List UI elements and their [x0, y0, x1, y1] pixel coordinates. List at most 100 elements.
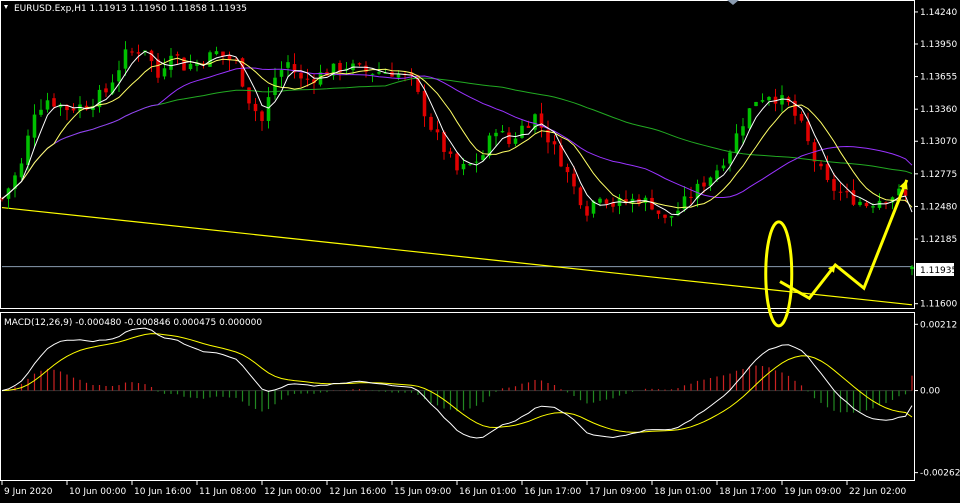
- candle-body: [71, 108, 76, 111]
- candle-body: [175, 54, 180, 56]
- y-tick-label: 1.13950: [920, 40, 957, 50]
- candle-body: [32, 114, 37, 138]
- macd-y-tick-label: -0.002626: [920, 469, 960, 479]
- macd-y-tick-label: 0.00: [920, 387, 940, 397]
- macd-title: MACD(12,26,9) -0.000480 -0.000846 0.0004…: [4, 318, 262, 328]
- candle-body: [702, 182, 706, 187]
- candle-body: [754, 101, 758, 107]
- candle-body: [370, 73, 375, 75]
- y-tick-label: 1.12185: [920, 235, 957, 245]
- candle-body: [578, 187, 583, 206]
- candle-body: [299, 72, 303, 79]
- current-price-label: 1.11935: [920, 266, 957, 276]
- candle-body: [435, 129, 440, 133]
- candle-body: [494, 132, 498, 137]
- candle-body: [286, 62, 290, 68]
- y-tick-label: 1.11600: [920, 300, 957, 310]
- candle-body: [253, 103, 258, 112]
- candle-body: [845, 191, 849, 193]
- candle-body: [156, 59, 160, 78]
- candle-body: [819, 163, 823, 167]
- candle-body: [461, 163, 466, 170]
- x-tick-label: 18 Jun 17:00: [719, 487, 776, 497]
- candle-body: [871, 206, 875, 208]
- candle-body: [39, 109, 43, 115]
- candle-body: [760, 100, 765, 102]
- candle-body: [500, 130, 505, 133]
- candle-body: [123, 49, 128, 69]
- candle-body: [130, 51, 134, 53]
- candle-body: [377, 72, 381, 74]
- x-tick-label: 9 Jun 2020: [4, 487, 53, 497]
- y-tick-label: 1.13070: [920, 137, 957, 147]
- candle-body: [721, 165, 726, 169]
- candle-body: [663, 214, 667, 218]
- x-tick-label: 17 Jun 09:00: [589, 487, 646, 497]
- candle-body: [715, 170, 719, 180]
- candle-body: [734, 133, 739, 153]
- candle-body: [559, 145, 563, 167]
- candle-body: [507, 132, 511, 144]
- y-tick-label: 1.13655: [920, 73, 957, 83]
- candle-body: [728, 152, 732, 164]
- candle-body: [585, 206, 589, 216]
- candle-body: [767, 96, 771, 101]
- candle-body: [526, 125, 531, 128]
- candle-body: [188, 63, 193, 70]
- candle-body: [357, 63, 362, 65]
- x-tick-label: 15 Jun 09:00: [394, 487, 451, 497]
- candle-body: [747, 108, 752, 129]
- candle-body: [838, 191, 843, 193]
- candle-body: [26, 135, 30, 165]
- candle-body: [162, 68, 167, 77]
- x-tick-label: 10 Jun 00:00: [69, 487, 126, 497]
- y-tick-label: 1.14240: [920, 8, 957, 18]
- candle-body: [455, 153, 459, 171]
- main-title: EURUSD.Exp,H1 1.11913 1.11950 1.11858 1.…: [14, 4, 247, 14]
- candle-body: [741, 126, 745, 136]
- candle-body: [448, 151, 453, 154]
- x-tick-label: 10 Jun 16:00: [134, 487, 191, 497]
- candle-body: [305, 78, 310, 80]
- x-tick-label: 12 Jun 00:00: [264, 487, 321, 497]
- candle-body: [169, 55, 173, 70]
- candle-body: [832, 179, 836, 191]
- candle-body: [45, 100, 50, 110]
- candle-body: [910, 266, 914, 270]
- candle-body: [572, 173, 576, 187]
- y-tick-label: 1.13360: [920, 105, 957, 115]
- candle-body: [903, 190, 908, 196]
- candle-body: [266, 97, 271, 121]
- candle-body: [468, 164, 472, 166]
- candle-body: [689, 196, 693, 199]
- y-tick-label: 1.12775: [920, 170, 957, 180]
- candle-body: [136, 52, 141, 54]
- x-tick-label: 16 Jun 17:00: [524, 487, 581, 497]
- candle-body: [799, 114, 804, 121]
- candle-body: [104, 88, 108, 93]
- candle-body: [851, 190, 856, 205]
- candle-body: [825, 164, 830, 180]
- candle-body: [429, 116, 433, 130]
- candle-body: [552, 141, 557, 145]
- candle-body: [52, 98, 56, 107]
- candle-body: [19, 163, 24, 178]
- x-tick-label: 18 Jun 01:00: [654, 487, 711, 497]
- candle-body: [858, 201, 862, 206]
- candle-body: [513, 138, 518, 144]
- x-tick-label: 16 Jun 01:00: [459, 487, 516, 497]
- candle-body: [598, 198, 602, 203]
- candle-body: [117, 70, 121, 82]
- candle-body: [422, 90, 427, 117]
- current-price-tag: 1.11935: [916, 263, 957, 276]
- candle-body: [669, 216, 674, 218]
- candle-body: [247, 87, 251, 104]
- candle-body: [208, 52, 212, 67]
- candle-body: [806, 121, 810, 142]
- candle-body: [656, 210, 661, 214]
- candle-body: [565, 166, 570, 173]
- chart-root: 1.14240 1.13950 1.13655 1.13360 1.13070 1.127…: [0, 0, 960, 499]
- x-tick-label: 19 Jun 09:00: [784, 487, 841, 497]
- x-tick-label: 12 Jun 16:00: [329, 487, 386, 497]
- chart-canvas[interactable]: 1.14240 1.13950 1.13655 1.13360 1.13070 1.127…: [0, 0, 960, 499]
